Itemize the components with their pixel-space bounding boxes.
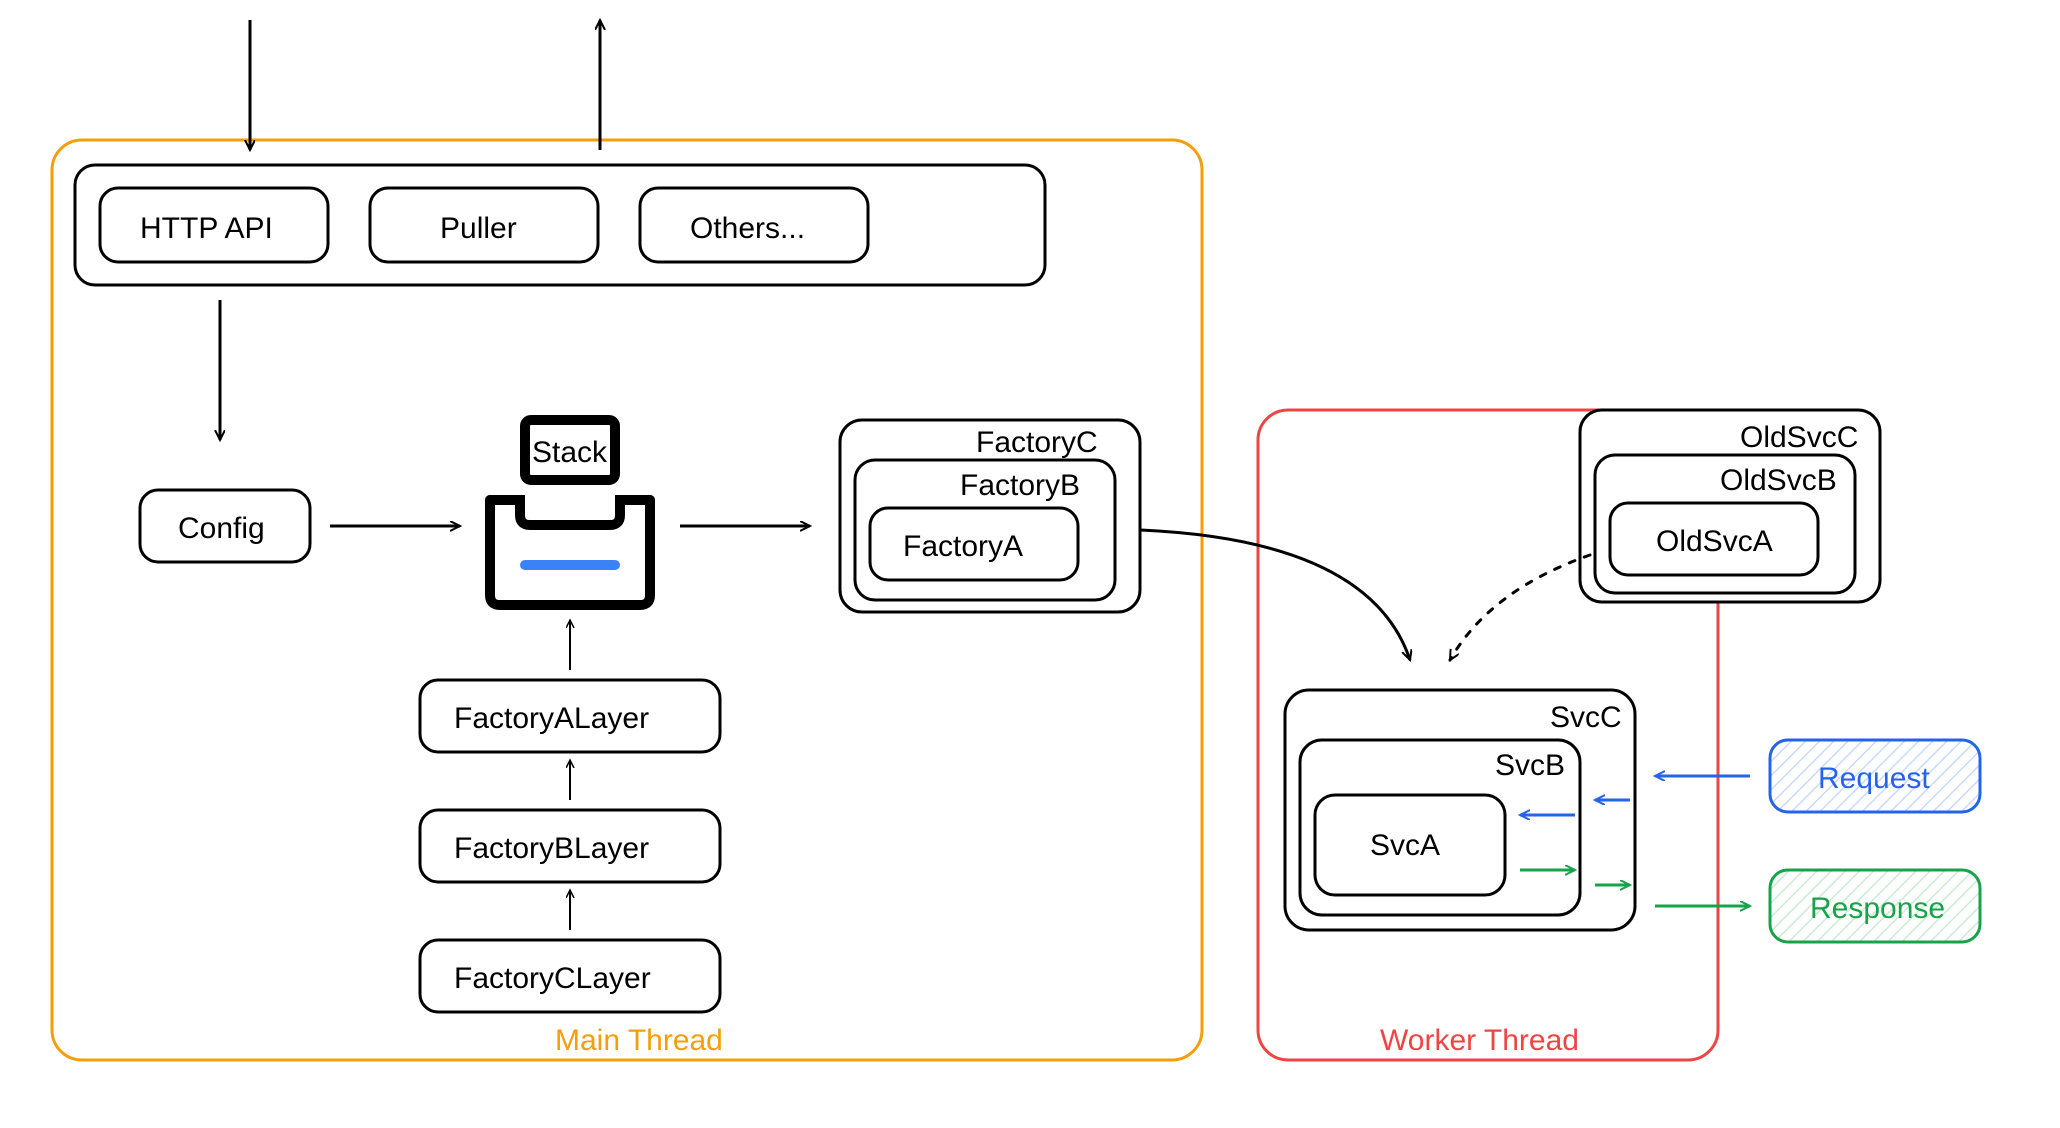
main-thread-label: Main Thread [555, 1024, 723, 1057]
request-label: Request [1818, 762, 1930, 795]
http-api-label: HTTP API [140, 212, 273, 245]
response-label: Response [1810, 892, 1945, 925]
factory-b-label: FactoryB [960, 469, 1080, 502]
old-svc-c-label: OldSvcC [1740, 421, 1858, 454]
arrow-oldsvc-to-svc [1450, 555, 1590, 660]
factory-b-layer-label: FactoryBLayer [454, 832, 649, 865]
architecture-diagram: Main Thread HTTP API Puller Others... Co… [0, 0, 2060, 1128]
config-label: Config [178, 512, 265, 545]
stack-label: Stack [532, 436, 608, 469]
svc-a-label: SvcA [1370, 829, 1440, 862]
stack-icon: Stack [490, 420, 650, 605]
arrow-factories-to-svc [1140, 530, 1410, 660]
factory-a-label: FactoryA [903, 530, 1023, 563]
svc-b-label: SvcB [1495, 749, 1565, 782]
old-svc-b-label: OldSvcB [1720, 464, 1837, 497]
worker-thread-label: Worker Thread [1380, 1024, 1579, 1057]
factory-a-layer-label: FactoryALayer [454, 702, 649, 735]
old-svc-a-label: OldSvcA [1656, 525, 1773, 558]
factory-c-layer-label: FactoryCLayer [454, 962, 651, 995]
puller-label: Puller [440, 212, 517, 245]
others-label: Others... [690, 212, 805, 245]
factory-c-label: FactoryC [976, 426, 1098, 459]
svc-c-label: SvcC [1550, 701, 1622, 734]
